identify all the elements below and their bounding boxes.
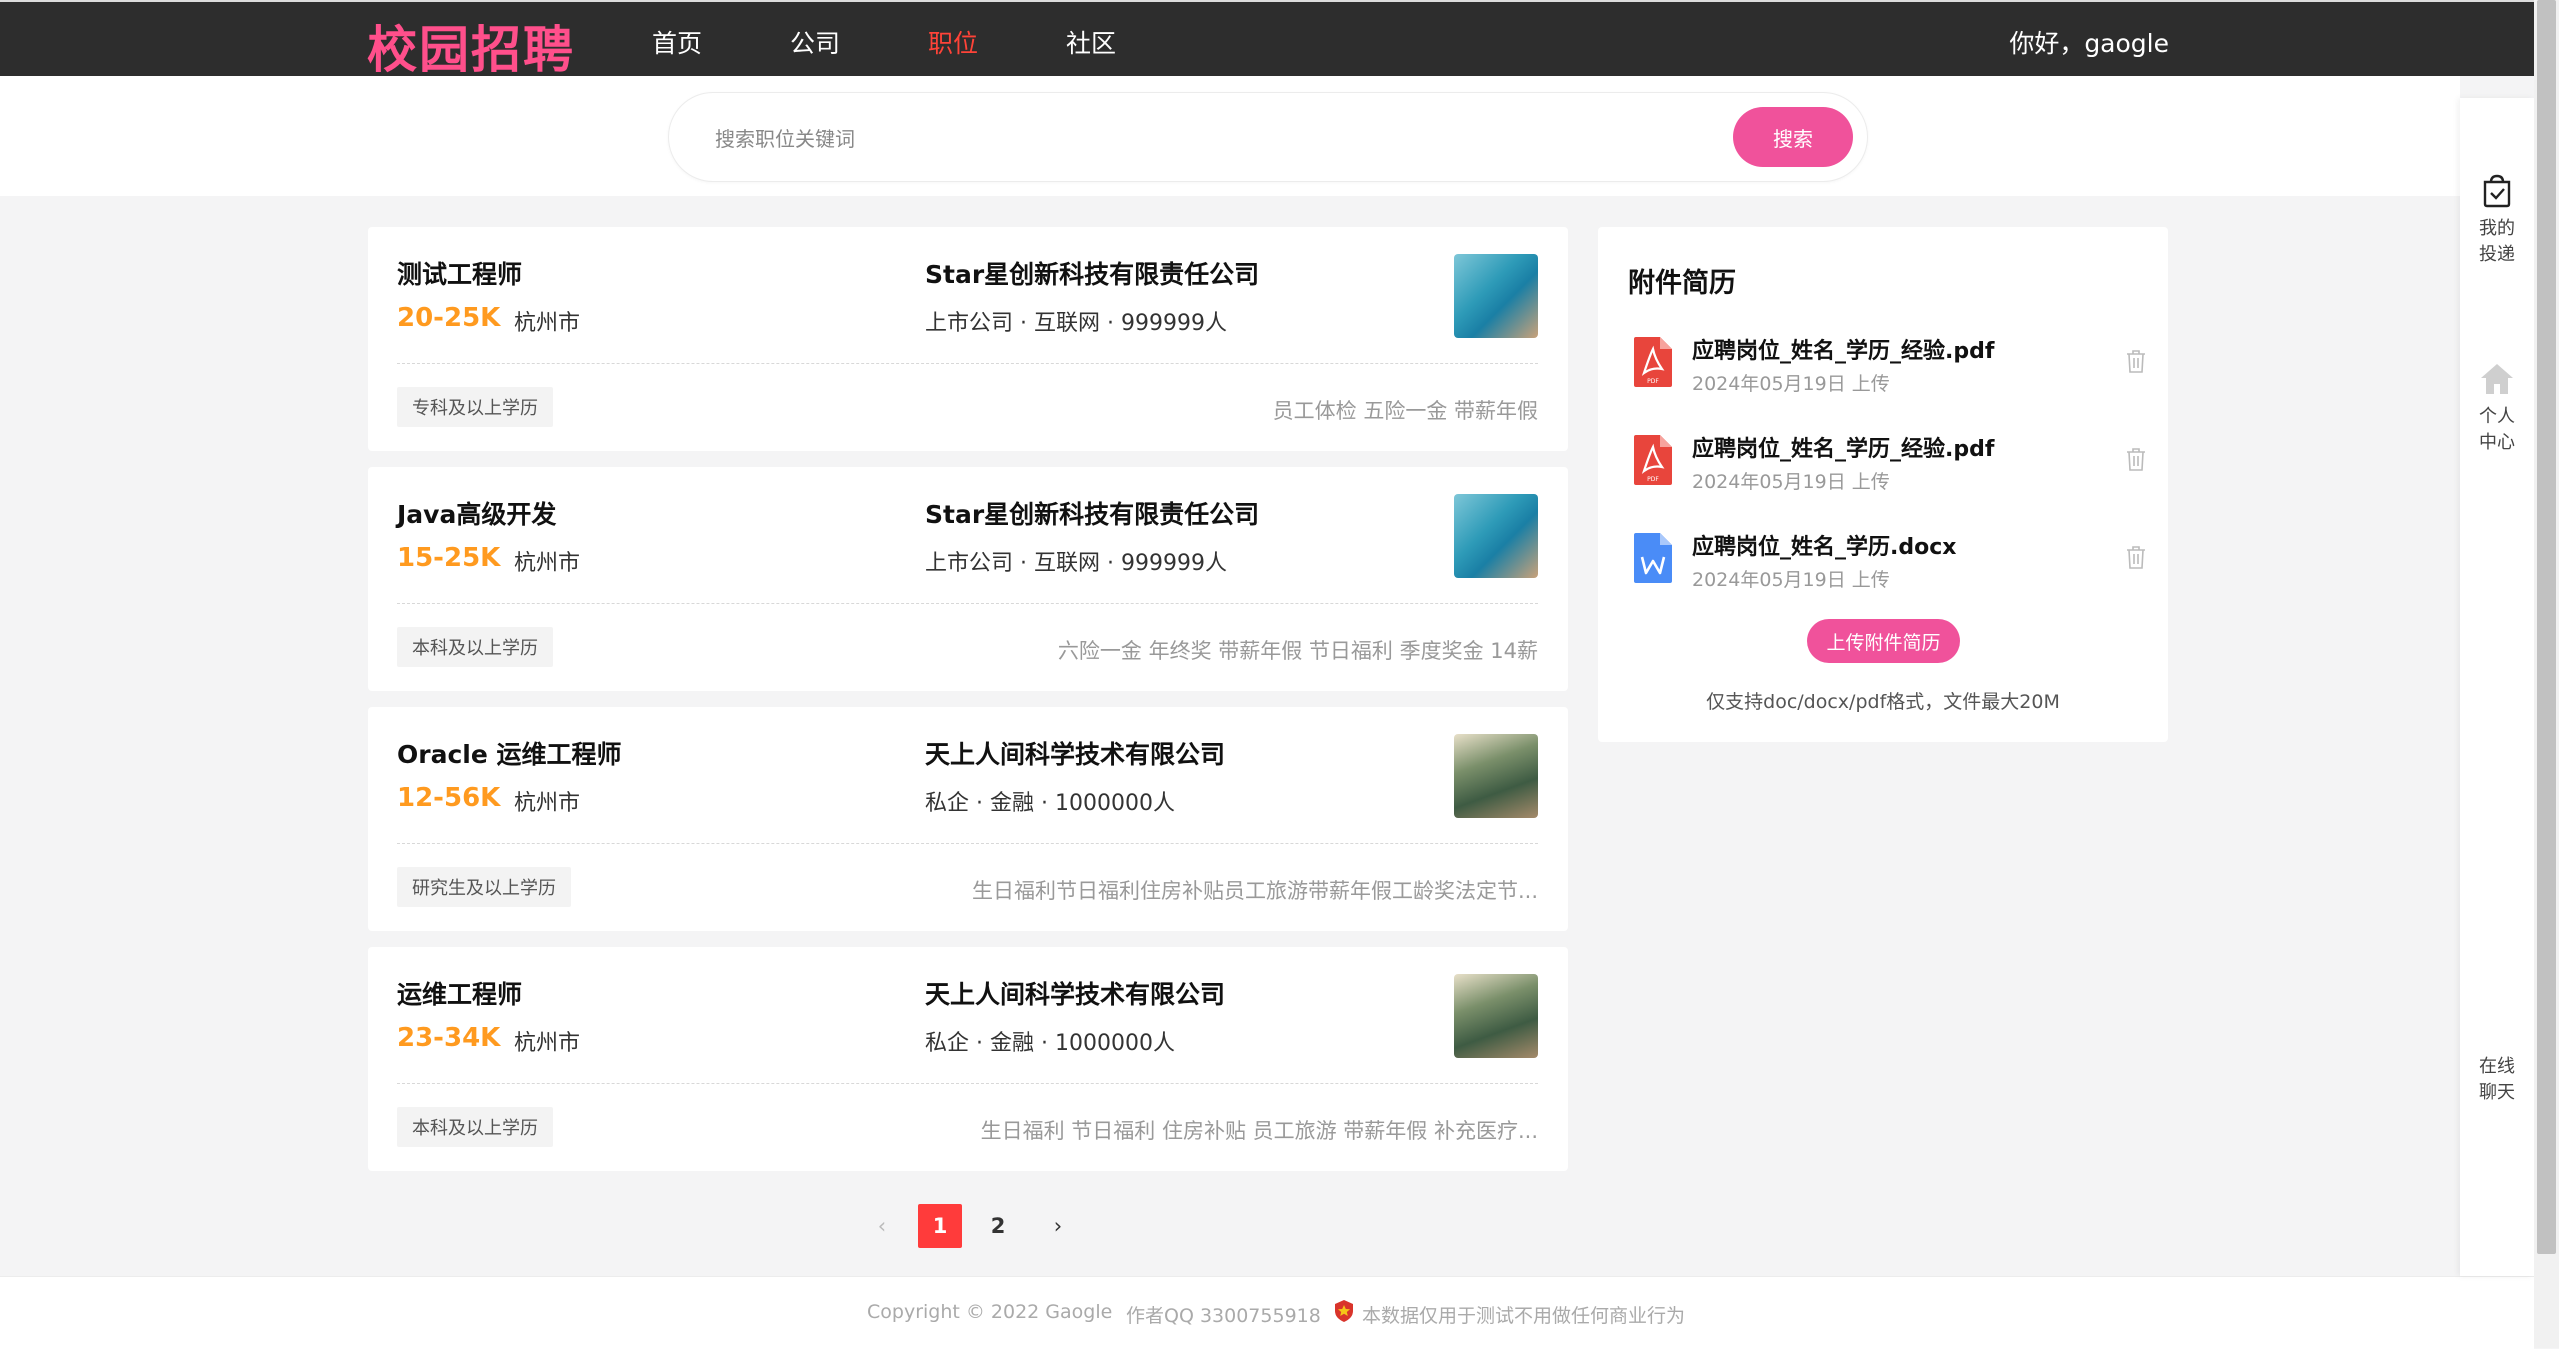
scrollbar-thumb[interactable] <box>2537 0 2556 1254</box>
education-tag: 本科及以上学历 <box>397 1107 553 1147</box>
resume-file-item[interactable]: PDF 应聘岗位_姓名_学历_经验.pdf 2024年05月19日 上传 <box>1628 423 2148 503</box>
trash-icon[interactable] <box>2124 347 2148 375</box>
sidebar-item-personal-center[interactable]: 个人中心 <box>2460 360 2534 456</box>
job-title[interactable]: 测试工程师 <box>397 255 522 291</box>
svg-text:PDF: PDF <box>1647 378 1659 385</box>
company-logo[interactable] <box>1454 974 1538 1058</box>
site-logo[interactable]: 校园招聘 <box>367 10 575 82</box>
job-city: 杭州市 <box>514 1031 581 1056</box>
job-city: 杭州市 <box>514 551 581 576</box>
job-salary: 23-34K <box>397 1023 501 1053</box>
education-tag: 本科及以上学历 <box>397 627 553 667</box>
company-name[interactable]: 天上人间科学技术有限公司 <box>925 975 1225 1011</box>
page-number[interactable]: 2 <box>976 1204 1020 1248</box>
education-tag: 专科及以上学历 <box>397 387 553 427</box>
right-sidebar: 我的投递 个人中心 在线聊天 <box>2460 98 2534 1276</box>
home-icon <box>2481 364 2513 394</box>
resume-heading: 附件简历 <box>1628 268 1736 299</box>
company-name[interactable]: 天上人间科学技术有限公司 <box>925 735 1225 771</box>
search-input[interactable] <box>713 119 1677 159</box>
svg-text:PDF: PDF <box>1647 476 1659 483</box>
page-number[interactable]: 1 <box>918 1204 962 1248</box>
sidebar-item-label: 在线聊天 <box>2479 1056 2515 1103</box>
prev-page-icon[interactable]: ‹ <box>860 1204 904 1248</box>
next-page-icon[interactable]: › <box>1036 1204 1080 1248</box>
pdf-file-icon: PDF <box>1634 435 1672 485</box>
sidebar-item-label: 我的投递 <box>2479 218 2515 265</box>
job-card[interactable]: 运维工程师 23-34K 杭州市 天上人间科学技术有限公司 私企 · 金融 · … <box>368 947 1568 1171</box>
company-logo[interactable] <box>1454 734 1538 818</box>
job-benefits: 六险一金 年终奖 带薪年假 节日福利 季度奖金 14薪 <box>1057 639 1538 663</box>
company-logo[interactable] <box>1454 254 1538 338</box>
job-benefits: 生日福利 节日福利 住房补贴 员工旅游 带薪年假 补充医疗... <box>980 1119 1538 1143</box>
file-name[interactable]: 应聘岗位_姓名_学历.docx <box>1692 529 1956 561</box>
top-navbar: 校园招聘 首页 公司 职位 社区 你好，gaogle <box>0 0 2534 79</box>
resume-file-item[interactable]: PDF 应聘岗位_姓名_学历_经验.pdf 2024年05月19日 上传 <box>1628 325 2148 405</box>
nav-jobs[interactable]: 职位 <box>928 24 978 60</box>
search-band: 搜索 <box>0 76 2460 196</box>
nav-community[interactable]: 社区 <box>1066 24 1116 60</box>
search-button[interactable]: 搜索 <box>1733 107 1853 167</box>
company-meta: 上市公司 · 互联网 · 999999人 <box>925 311 1227 336</box>
job-card[interactable]: 测试工程师 20-25K 杭州市 Star星创新科技有限责任公司 上市公司 · … <box>368 227 1568 451</box>
footer: Copyright © 2022 Gaogle 作者QQ 3300755918 … <box>0 1276 2534 1349</box>
job-title[interactable]: Java高级开发 <box>397 495 556 531</box>
job-city: 杭州市 <box>514 311 581 336</box>
file-name[interactable]: 应聘岗位_姓名_学历_经验.pdf <box>1692 431 1994 463</box>
footer-disclaimer: 本数据仅用于测试不用做任何商业行为 <box>1362 1305 1686 1327</box>
upload-resume-button[interactable]: 上传附件简历 <box>1807 619 1960 663</box>
job-salary: 15-25K <box>397 543 501 573</box>
sidebar-item-online-chat[interactable]: 在线聊天 <box>2460 1048 2534 1106</box>
file-name[interactable]: 应聘岗位_姓名_学历_经验.pdf <box>1692 333 1994 365</box>
search-box: 搜索 <box>668 92 1868 182</box>
pdf-file-icon: PDF <box>1634 337 1672 387</box>
footer-copyright: Copyright © 2022 Gaogle <box>867 1301 1113 1323</box>
company-meta: 私企 · 金融 · 1000000人 <box>925 1031 1175 1056</box>
company-name[interactable]: Star星创新科技有限责任公司 <box>925 255 1259 291</box>
file-upload-date: 2024年05月19日 上传 <box>1692 569 1890 591</box>
word-file-icon <box>1634 533 1672 583</box>
nav-home[interactable]: 首页 <box>652 24 702 60</box>
job-benefits: 员工体检 五险一金 带薪年假 <box>1272 399 1538 423</box>
resume-file-item[interactable]: 应聘岗位_姓名_学历.docx 2024年05月19日 上传 <box>1628 521 2148 601</box>
company-meta: 私企 · 金融 · 1000000人 <box>925 791 1175 816</box>
job-title[interactable]: Oracle 运维工程师 <box>397 735 622 771</box>
footer-author: 作者QQ 3300755918 <box>1126 1305 1321 1327</box>
job-salary: 20-25K <box>397 303 501 333</box>
sidebar-item-my-deliveries[interactable]: 我的投递 <box>2460 172 2534 268</box>
card-divider <box>397 843 1538 844</box>
trash-icon[interactable] <box>2124 445 2148 473</box>
job-card[interactable]: Java高级开发 15-25K 杭州市 Star星创新科技有限责任公司 上市公司… <box>368 467 1568 691</box>
card-divider <box>397 363 1538 364</box>
job-city: 杭州市 <box>514 791 581 816</box>
trash-icon[interactable] <box>2124 543 2148 571</box>
education-tag: 研究生及以上学历 <box>397 867 571 907</box>
card-divider <box>397 603 1538 604</box>
company-logo[interactable] <box>1454 494 1538 578</box>
attachment-resume-panel: 附件简历 PDF 应聘岗位_姓名_学历_经验.pdf 2024年05月19日 上… <box>1598 227 2168 742</box>
card-divider <box>397 1083 1538 1084</box>
job-benefits: 生日福利节日福利住房补贴员工旅游带薪年假工龄奖法定节... <box>971 879 1538 903</box>
job-title[interactable]: 运维工程师 <box>397 975 522 1011</box>
nav-company[interactable]: 公司 <box>790 24 840 60</box>
file-upload-date: 2024年05月19日 上传 <box>1692 471 1890 493</box>
police-badge-icon <box>1335 1300 1353 1322</box>
upload-format-note: 仅支持doc/docx/pdf格式，文件最大20M <box>1706 691 2060 713</box>
company-name[interactable]: Star星创新科技有限责任公司 <box>925 495 1259 531</box>
delivery-icon <box>2483 174 2511 208</box>
job-salary: 12-56K <box>397 783 501 813</box>
sidebar-item-label: 个人中心 <box>2479 406 2515 453</box>
job-card[interactable]: Oracle 运维工程师 12-56K 杭州市 天上人间科学技术有限公司 私企 … <box>368 707 1568 931</box>
file-upload-date: 2024年05月19日 上传 <box>1692 373 1890 395</box>
company-meta: 上市公司 · 互联网 · 999999人 <box>925 551 1227 576</box>
user-greeting[interactable]: 你好，gaogle <box>2009 24 2169 60</box>
